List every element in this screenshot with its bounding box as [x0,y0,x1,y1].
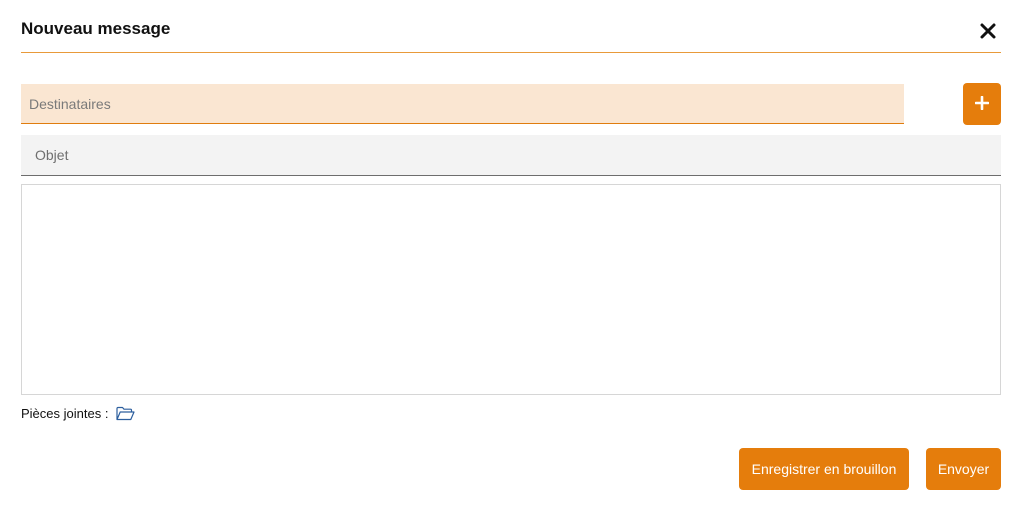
attachments-label: Pièces jointes : [21,405,109,421]
close-icon[interactable] [979,22,997,40]
subject-input[interactable] [21,135,1001,176]
message-body-textarea[interactable] [21,184,1001,395]
folder-icon[interactable] [116,406,136,421]
attachments-row: Pièces jointes : [21,404,136,422]
add-recipient-button[interactable] [963,83,1001,125]
recipients-input[interactable] [21,84,904,124]
dialog-title: Nouveau message [21,19,171,38]
plus-icon [974,95,990,113]
dialog-header: Nouveau message [21,0,1001,53]
send-button[interactable]: Envoyer [926,448,1001,490]
save-draft-button[interactable]: Enregistrer en brouillon [739,448,909,490]
